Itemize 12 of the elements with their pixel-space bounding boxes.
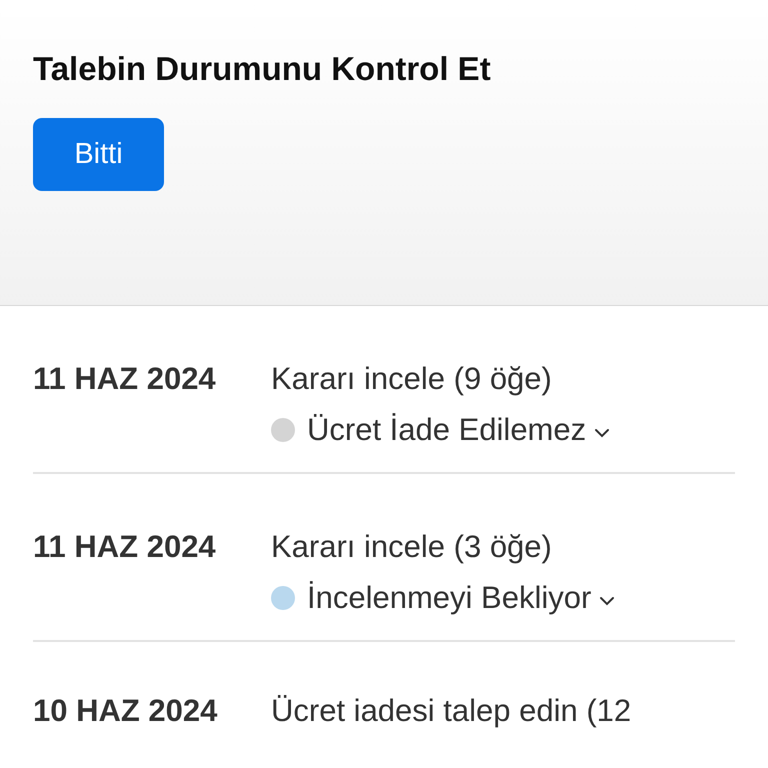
- page-title: Talebin Durumunu Kontrol Et: [33, 50, 492, 88]
- done-button[interactable]: Bitti: [33, 118, 164, 191]
- chevron-down-icon[interactable]: [594, 428, 610, 438]
- request-date: 11 HAZ 2024: [33, 528, 217, 566]
- request-date: 11 HAZ 2024: [33, 360, 217, 398]
- status-label[interactable]: Ücret İade Edilemez: [307, 407, 586, 452]
- status-label[interactable]: İncelenmeyi Bekliyor: [307, 575, 592, 620]
- request-title: Kararı incele (3 öğe): [271, 528, 553, 566]
- request-title: Ücret iadesi talep edin (12: [271, 692, 632, 730]
- chevron-down-icon[interactable]: [599, 596, 616, 606]
- request-date: 10 HAZ 2024: [33, 692, 218, 730]
- request-title: Kararı incele (9 öğe): [271, 360, 553, 398]
